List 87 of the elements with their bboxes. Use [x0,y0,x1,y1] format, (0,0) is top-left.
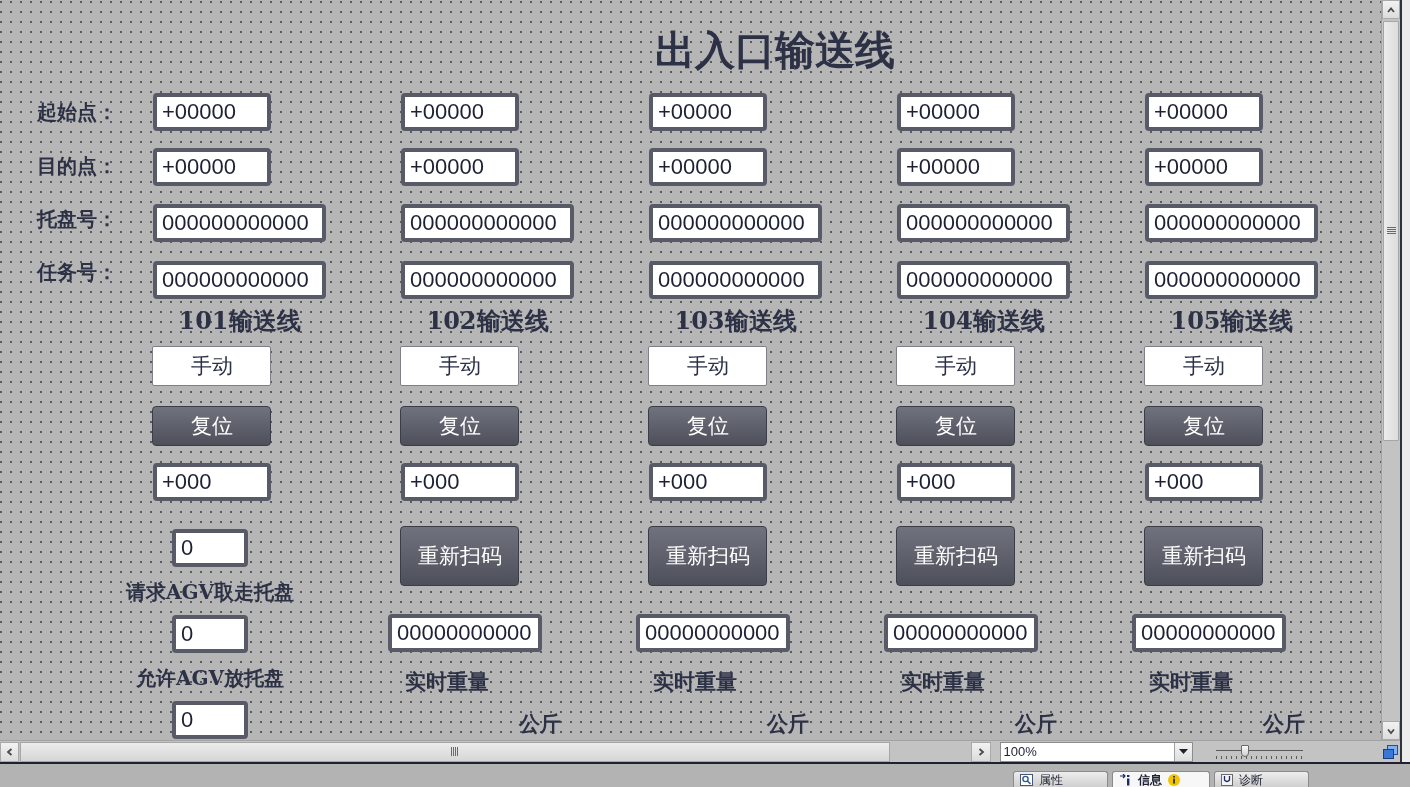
weight-label: 实时重量 [653,670,737,694]
unit-label: 公斤 [1015,712,1057,736]
rescan-button[interactable]: 重新扫码 [896,526,1015,586]
reset-button[interactable]: 复位 [1144,406,1263,446]
unit-label: 公斤 [1263,712,1305,736]
dropdown-button[interactable] [1173,742,1192,761]
manual-button[interactable]: 手动 [896,346,1015,386]
weight-field[interactable]: 00000000000 [884,614,1038,652]
panel-tab[interactable]: 诊断 [1214,771,1309,787]
pallet-number-field[interactable]: 000000000000 [153,204,326,242]
panel-tab[interactable]: 属性 [1013,771,1108,787]
destination-field[interactable]: +00000 [1145,148,1263,186]
panel-tab[interactable]: 信息 [1112,771,1210,787]
scroll-down-button[interactable] [1382,721,1400,740]
triangle-down-icon [1178,749,1188,754]
scroll-right-button[interactable] [970,741,991,762]
weight-field[interactable]: 00000000000 [388,614,542,652]
destination-field[interactable]: +00000 [401,148,519,186]
counter-field[interactable]: +000 [153,463,271,501]
unit-label: 公斤 [767,712,809,736]
magnifier-document-icon [1020,773,1033,786]
signal-field[interactable]: 0 [172,529,248,567]
rescan-button[interactable]: 重新扫码 [648,526,767,586]
signal-label: 允许AGV放托盘 [135,667,285,689]
counter-field[interactable]: +000 [649,463,767,501]
reset-button[interactable]: 复位 [400,406,519,446]
line-name: 101输送线 [178,307,301,335]
reset-button[interactable]: 复位 [896,406,1015,446]
manual-button[interactable]: 手动 [152,346,271,386]
scrollbar-thumb[interactable] [1383,21,1399,441]
probe-icon [1221,773,1233,786]
row-label: 任务号： [37,260,117,284]
signal-field[interactable]: 0 [172,701,248,739]
counter-field[interactable]: +000 [401,463,519,501]
scroll-up-button[interactable] [1382,0,1400,19]
reset-button[interactable]: 复位 [152,406,271,446]
line-name: 104输送线 [922,307,1045,335]
grip-icon [1386,227,1396,235]
task-number-field[interactable]: 000000000000 [897,261,1070,299]
weight-label: 实时重量 [1149,670,1233,694]
pallet-number-field[interactable]: 000000000000 [897,204,1070,242]
weight-field[interactable]: 00000000000 [1132,614,1286,652]
chevron-left-icon [4,746,15,757]
rescan-button[interactable]: 重新扫码 [1144,526,1263,586]
window-icon[interactable] [1383,744,1398,759]
scroll-left-button[interactable] [0,741,19,762]
zoom-select[interactable]: 100% [999,741,1193,762]
start-point-field[interactable]: +00000 [897,93,1015,131]
grip-icon [451,747,459,756]
start-point-field[interactable]: +00000 [153,93,271,131]
counter-field[interactable]: +000 [1145,463,1263,501]
pallet-number-field[interactable]: 000000000000 [1145,204,1318,242]
task-number-field[interactable]: 000000000000 [153,261,326,299]
task-number-field[interactable]: 000000000000 [1145,261,1318,299]
weight-label: 实时重量 [901,670,985,694]
destination-field[interactable]: +00000 [153,148,271,186]
row-label: 起始点： [37,100,117,124]
destination-field[interactable]: +00000 [649,148,767,186]
info-icon [1168,773,1180,786]
signal-label: 请求AGV取走托盘 [125,581,295,603]
reset-button[interactable]: 复位 [648,406,767,446]
manual-button[interactable]: 手动 [400,346,519,386]
task-number-field[interactable]: 000000000000 [649,261,822,299]
line-name: 102输送线 [426,307,549,335]
unit-label: 公斤 [519,712,561,736]
rescan-button[interactable]: 重新扫码 [400,526,519,586]
pallet-number-field[interactable]: 000000000000 [401,204,574,242]
start-point-field[interactable]: +00000 [1145,93,1263,131]
scrollbar-thumb[interactable] [20,741,890,762]
pallet-number-field[interactable]: 000000000000 [649,204,822,242]
slider-thumb[interactable] [1241,744,1250,757]
row-label: 目的点： [37,154,117,178]
weight-field[interactable]: 00000000000 [636,614,790,652]
row-label: 托盘号： [37,207,117,231]
signal-field[interactable]: 0 [172,615,248,653]
manual-button[interactable]: 手动 [648,346,767,386]
task-number-field[interactable]: 000000000000 [401,261,574,299]
start-point-field[interactable]: +00000 [649,93,767,131]
line-name: 103输送线 [674,307,797,335]
manual-button[interactable]: 手动 [1144,346,1263,386]
destination-field[interactable]: +00000 [897,148,1015,186]
weight-label: 实时重量 [405,670,489,694]
page-title: 出入口输送线 [655,28,895,72]
start-point-field[interactable]: +00000 [401,93,519,131]
line-name: 105输送线 [1170,307,1293,335]
counter-field[interactable]: +000 [897,463,1015,501]
arrow-letter-icon [1119,773,1132,786]
